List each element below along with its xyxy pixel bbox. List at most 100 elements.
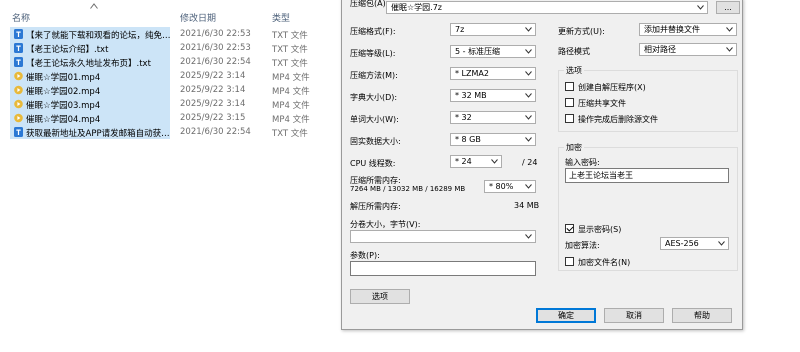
chevron-down-icon — [726, 27, 733, 32]
options-group-title: 选项 — [564, 65, 584, 76]
level-select[interactable]: 5 - 标准压缩 — [450, 45, 536, 58]
file-type: TXT 文件 — [272, 45, 308, 55]
file-name: 【老王论坛永久地址发布页】.txt — [26, 59, 151, 69]
column-header-type[interactable]: 类型 — [272, 11, 290, 24]
chevron-down-icon — [491, 159, 498, 164]
method-label: 压缩方法(M): — [350, 71, 398, 80]
file-name: 催眠☆学园02.mp4 — [26, 87, 101, 97]
format-label: 压缩格式(F): — [350, 27, 396, 36]
file-name: 催眠☆学园01.mp4 — [26, 73, 101, 83]
browse-button[interactable]: ... — [716, 1, 740, 14]
mem-detail: 7264 MB / 13032 MB / 16289 MB — [350, 185, 466, 193]
sort-ascending-icon[interactable] — [90, 3, 98, 9]
path-value: 相对路径 — [644, 45, 676, 54]
file-date: 2025/9/22 3:14 — [180, 99, 246, 109]
encryption-group-title: 加密 — [564, 142, 584, 153]
update-mode-select[interactable]: 添加并替换文件 — [639, 23, 737, 36]
file-name: 催眠☆学园04.mp4 — [26, 115, 101, 125]
cancel-button[interactable]: 取消 — [604, 308, 664, 323]
archive-name-value: 催眠☆学园.7z — [391, 3, 443, 12]
solid-label: 固实数据大小: — [350, 137, 401, 146]
chevron-down-icon — [718, 241, 725, 246]
dict-label: 字典大小(D): — [350, 93, 398, 102]
archive-label: 压缩包(A): — [350, 0, 389, 8]
solid-select[interactable]: * 8 GB — [450, 133, 536, 146]
file-type: MP4 文件 — [272, 73, 310, 83]
show-password-label: 显示密码(S) — [578, 225, 622, 234]
params-label: 参数(P): — [350, 251, 380, 260]
method-value: * LZMA2 — [455, 69, 489, 78]
file-name: 催眠☆学园03.mp4 — [26, 101, 101, 111]
file-date: 2021/6/30 22:53 — [180, 43, 251, 53]
chevron-down-icon — [525, 49, 532, 54]
solid-value: * 8 GB — [455, 135, 481, 144]
chevron-down-icon — [525, 27, 532, 32]
file-date: 2025/9/22 3:14 — [180, 71, 246, 81]
encrypt-names-checkbox[interactable] — [565, 257, 574, 266]
demem-value: 34 MB — [514, 201, 540, 210]
video-file-icon — [14, 99, 23, 109]
params-input[interactable] — [350, 261, 536, 276]
password-input[interactable]: 上老王论坛当老王 — [565, 168, 729, 183]
format-value: 7z — [455, 25, 465, 34]
format-select[interactable]: 7z — [450, 23, 536, 36]
file-type: TXT 文件 — [272, 129, 308, 139]
path-label: 路径模式 — [558, 47, 590, 56]
file-type: TXT 文件 — [272, 59, 308, 69]
file-name: 【来了就能下载和观看的论坛，纯免费！... — [26, 31, 172, 41]
chevron-down-icon — [525, 93, 532, 98]
show-password-checkbox[interactable] — [565, 224, 574, 233]
file-date: 2021/6/30 22:53 — [180, 29, 251, 39]
video-file-icon — [14, 71, 23, 81]
update-label: 更新方式(U): — [558, 27, 605, 36]
demem-label: 解压所需内存: — [350, 202, 401, 211]
chevron-down-icon — [525, 137, 532, 142]
video-file-icon — [14, 113, 23, 123]
word-label: 单词大小(W): — [350, 115, 399, 124]
column-header-date[interactable]: 修改日期 — [180, 11, 216, 24]
word-select[interactable]: * 32 — [450, 111, 536, 124]
enc-method-select[interactable]: AES-256 — [660, 237, 729, 250]
options-button[interactable]: 选项 — [350, 289, 410, 304]
create-sfx-checkbox[interactable] — [565, 82, 574, 91]
method-select[interactable]: * LZMA2 — [450, 67, 536, 80]
shared-files-checkbox[interactable] — [565, 98, 574, 107]
split-label: 分卷大小，字节(V): — [350, 220, 421, 229]
cpu-value: * 24 — [455, 157, 472, 166]
enc-method-label: 加密算法: — [565, 241, 600, 250]
word-value: * 32 — [455, 113, 472, 122]
split-volume-select[interactable] — [350, 230, 536, 243]
level-label: 压缩等级(L): — [350, 49, 396, 58]
update-value: 添加并替换文件 — [644, 25, 700, 34]
file-type: TXT 文件 — [272, 31, 308, 41]
text-file-icon — [14, 127, 23, 137]
delete-after-label: 操作完成后删除源文件 — [578, 115, 658, 124]
delete-after-checkbox[interactable] — [565, 114, 574, 123]
create-sfx-label: 创建自解压程序(X) — [578, 83, 646, 92]
video-file-icon — [14, 85, 23, 95]
add-to-archive-dialog: 压缩包(A): 催眠☆学园.7z ... 压缩格式(F): 7z 压缩等级(L)… — [341, 0, 743, 330]
path-mode-select[interactable]: 相对路径 — [639, 43, 737, 56]
archive-name-combo[interactable]: 催眠☆学园.7z — [386, 1, 708, 14]
ok-button[interactable]: 确定 — [536, 308, 596, 323]
text-file-icon — [14, 29, 23, 39]
dict-value: * 32 MB — [455, 91, 487, 100]
column-header-name[interactable]: 名称 — [12, 11, 30, 24]
cpu-max: / 24 — [522, 158, 538, 167]
chevron-down-icon — [525, 71, 532, 76]
file-type: MP4 文件 — [272, 101, 310, 111]
encrypt-names-label: 加密文件名(N) — [578, 258, 631, 267]
help-button[interactable]: 帮助 — [672, 308, 732, 323]
file-date: 2021/6/30 22:54 — [180, 57, 251, 67]
file-type: MP4 文件 — [272, 87, 310, 97]
password-label: 输入密码: — [565, 158, 600, 167]
mem-usage-select[interactable]: * 80% — [484, 180, 536, 193]
chevron-down-icon — [726, 47, 733, 52]
file-date: 2025/9/22 3:15 — [180, 113, 246, 123]
cpu-threads-select[interactable]: * 24 — [450, 155, 502, 168]
text-file-icon — [14, 57, 23, 67]
shared-files-label: 压缩共享文件 — [578, 99, 626, 108]
dict-select[interactable]: * 32 MB — [450, 89, 536, 102]
chevron-down-icon — [525, 184, 532, 189]
file-name: 【老王论坛介绍】.txt — [26, 45, 109, 55]
